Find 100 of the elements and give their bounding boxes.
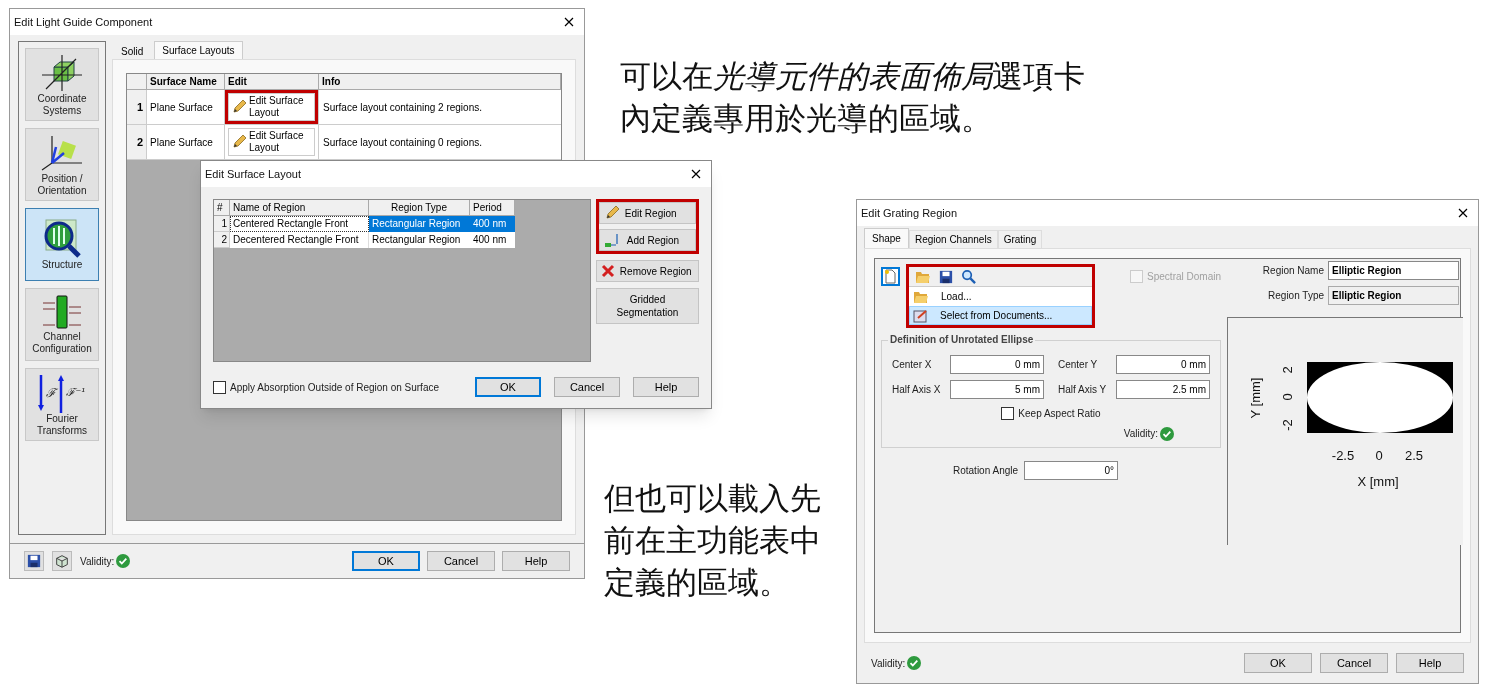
channel-arrows-icon [40,294,84,331]
tab[interactable]: Region Channels [908,230,998,248]
tick-label: -2 [1280,419,1295,431]
table-cell[interactable]: Rectangular Region [369,216,470,232]
axes-cube-icon [40,52,84,93]
table-cell[interactable]: Centered Rectangle Front [230,216,369,232]
row-number: 2 [127,125,147,160]
field-label: Region Type [1268,289,1324,303]
input-field[interactable]: 0 mm [1116,355,1210,374]
save-button[interactable] [24,551,44,571]
column-header: Surface Name [147,74,225,90]
action-button[interactable]: Add Region [598,229,696,251]
dialog-button[interactable]: Help [502,551,570,571]
edit-button[interactable]: Edit Surface Layout [228,128,315,156]
input-field[interactable]: 0° [1024,461,1119,480]
edit-button[interactable]: Edit Surface Layout [228,93,315,121]
window-title: Edit Light Guide Component [14,14,153,30]
view-3d-button[interactable] [52,551,72,571]
axis-label: X [mm] [1357,474,1399,489]
dialog-button[interactable]: OK [475,377,541,397]
tick-label: 2.5 [1404,448,1424,463]
menu-item[interactable]: Load... [909,287,1092,306]
dialog-button[interactable]: OK [352,551,420,571]
table-cell[interactable]: Rectangular Region [369,232,470,248]
input-field[interactable]: 5 mm [950,380,1044,399]
checkbox-label: Apply Absorption Outside of Region on Surface [230,380,440,395]
axis-label: Y [mm] [1248,377,1263,419]
folder-icon [913,289,929,304]
column-header: Region Type [369,200,470,216]
action-button[interactable]: Remove Region [595,260,699,282]
table-cell: Plane Surface [147,90,225,125]
validity-label: Validity: [871,656,906,671]
save-icon[interactable] [939,269,953,284]
sidebar-item[interactable]: Coordinate Systems [25,48,99,121]
menu-item[interactable]: Select from Documents... [909,306,1092,325]
search-icon[interactable] [961,269,976,284]
column-header: # [214,200,230,216]
column-header: Name of Region [230,200,369,216]
close-icon[interactable] [564,17,574,27]
row-number: 1 [214,216,230,232]
pencil-icon [603,205,620,221]
field-label: Half Axis Y [1058,383,1108,397]
row-number: 2 [214,232,230,248]
document-icon [913,308,928,323]
dialog-button[interactable]: OK [1244,653,1312,673]
tab[interactable]: Grating [997,230,1043,248]
symbol-label: ℱ⁻¹ [66,386,86,399]
sidebar-item[interactable]: ℱ ℱ⁻¹ Fourier Transforms [25,368,99,441]
dialog-button[interactable]: Cancel [554,377,620,397]
close-icon[interactable] [1458,208,1468,218]
arrow-icon [38,372,45,413]
table-cell[interactable]: 400 nm [470,216,515,232]
sidebar-item[interactable]: Channel Configuration [25,288,99,361]
annotation-text: 可以在光導元件的表面佈局選項卡內定義專用於光導的區域。 [620,58,1086,138]
dialog-button[interactable]: Help [1396,653,1464,673]
annotation-text: 但也可以載入先前在主功能表中定義的區域。 [604,480,822,602]
field-label: Center Y [1058,358,1099,372]
pencil-icon [231,134,247,150]
tick-label: -2.5 [1331,448,1355,463]
tick-label: 0 [1280,393,1295,401]
column-header: Edit [225,74,319,90]
checkbox-label: Keep Aspect Ratio [1018,407,1101,421]
dialog-button[interactable]: Cancel [427,551,495,571]
table-cell[interactable]: Decentered Rectangle Front [230,232,369,248]
field-label: Region Name [1262,264,1324,278]
checkbox[interactable] [213,380,226,394]
new-button[interactable] [881,266,900,286]
field-label: Rotation Angle [953,464,1019,478]
field-label: Half Axis X [892,383,942,397]
input-field[interactable]: 2.5 mm [1116,380,1210,399]
window-title: Edit Surface Layout [205,166,301,182]
tab[interactable]: Surface Layouts [154,41,243,59]
validity-label: Validity: [1123,427,1158,441]
tab[interactable]: Shape [864,228,909,248]
remove-icon [600,264,615,278]
close-icon[interactable] [691,169,701,179]
input-field[interactable]: Elliptic Region [1328,286,1459,305]
sidebar-item[interactable]: Structure [25,208,99,281]
input-field[interactable]: 0 mm [950,355,1044,374]
sidebar-item[interactable]: Position / Orientation [25,128,99,201]
window-title: Edit Grating Region [861,205,957,221]
dialog-button[interactable]: Cancel [1320,653,1388,673]
table-cell: Surface layout containing 2 regions. [319,90,561,125]
pencil-icon [231,99,247,115]
column-header: Info [319,74,561,90]
action-button[interactable]: Gridded Segmentation [595,288,699,324]
save-icon [27,554,41,568]
group-title: Definition of Unrotated Ellipse [888,334,1036,346]
table-cell[interactable]: 400 nm [470,232,515,248]
checkbox-label: Spectral Domain [1147,269,1221,284]
validity-label: Validity: [80,554,115,569]
tick-label: 0 [1375,448,1383,463]
action-button[interactable]: Edit Region [598,202,696,224]
input-field[interactable]: Elliptic Region [1328,261,1459,280]
column-header: Period [470,200,515,216]
dialog-button[interactable]: Help [633,377,699,397]
symbol-label: ℱ [46,386,57,399]
checkbox[interactable] [1001,407,1015,420]
tick-label: 2 [1280,366,1295,374]
field-label: Center X [892,358,933,372]
